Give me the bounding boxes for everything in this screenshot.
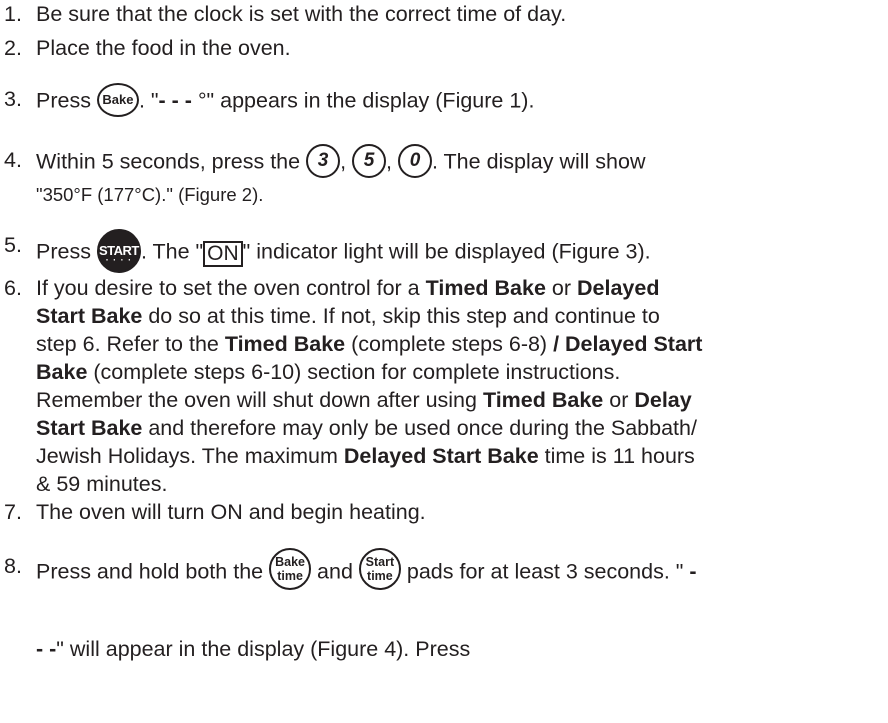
step-6-bold: Timed Bake	[482, 388, 604, 412]
bake-time-top: Bake	[275, 555, 306, 569]
step-2-number: 2.	[4, 36, 22, 60]
step-6-run: Jewish Holidays. The maximum	[36, 444, 344, 468]
start-time-bottom: time	[367, 569, 393, 583]
step-5-text: Press START · · · ·. The " ON " indicator l…	[36, 229, 651, 275]
step-6-run: do so at this time. If not, skip this st…	[142, 304, 660, 328]
step-4-pre: Within 5 seconds, press the	[36, 149, 307, 174]
step-3-text: Press Bake. "- - - °" appears in the dis…	[36, 83, 535, 119]
step-6-bold: Timed Bake	[224, 332, 346, 356]
start-time-pad-icon: Start time	[358, 548, 401, 590]
step-4-sep-1: ,	[340, 149, 353, 174]
step-6-run: step 6. Refer to the	[36, 332, 225, 356]
step-6-line-6: Start Bake and therefore may only be use…	[36, 414, 697, 442]
step-8-pre: Press and hold both the	[36, 559, 270, 584]
step-3-post-a: . "	[138, 88, 159, 113]
step-6-bold: Start Bake	[36, 304, 143, 328]
step-6-number: 6.	[4, 276, 22, 300]
step-6-bold: Start Bake	[36, 416, 143, 440]
step-5-number: 5.	[4, 233, 22, 257]
step-4-text: Within 5 seconds, press the 3, 5, 0. The…	[36, 144, 646, 180]
step-6-bold: Bake	[36, 360, 88, 384]
start-pad-icon: START · · · ·	[96, 229, 141, 273]
bake-pad-icon: Bake	[96, 83, 139, 117]
bake-time-pad-icon: Bake time	[269, 548, 312, 590]
step-8-line-2-text: " will appear in the display (Figure 4).…	[56, 637, 471, 661]
step-7-text: The oven will turn ON and begin heating.	[36, 500, 426, 524]
step-5-post: " indicator light will be displayed (Fig…	[242, 239, 651, 264]
step-4-line-2: "350°F (177°C)." (Figure 2).	[36, 184, 264, 205]
step-6-bold: Delayed Start Bake	[343, 444, 539, 468]
step-3-dashes: - - -	[158, 88, 198, 113]
step-4-number: 4.	[4, 148, 22, 172]
step-7-number: 7.	[4, 500, 22, 524]
step-6-bold: Timed Bake	[425, 276, 546, 300]
step-5-mid: . The "	[140, 239, 204, 264]
step-6-line-4: Bake (complete steps 6-10) section for c…	[36, 358, 620, 386]
step-1-text: Be sure that the clock is set with the c…	[36, 2, 567, 26]
digit-0-pad-icon: 0	[397, 144, 432, 178]
step-6-run: (complete steps 6-8)	[345, 332, 554, 356]
start-time-top: Start	[365, 555, 395, 569]
step-6-run: and therefore may only be used once duri…	[142, 416, 697, 440]
step-1-number: 1.	[4, 2, 22, 26]
step-8-dash: -	[689, 559, 697, 584]
step-6-run: time is 11 hours	[538, 444, 695, 468]
step-8-mid: and	[311, 559, 359, 584]
step-6-bold: Delayed	[577, 276, 660, 300]
step-6-line-2: Start Bake do so at this time. If not, s…	[36, 302, 660, 330]
step-6-run: or	[603, 388, 635, 412]
step-8-number: 8.	[4, 554, 22, 578]
start-pad-dots: · · · ·	[105, 255, 133, 265]
step-8-line-2: - -" will appear in the display (Figure …	[36, 635, 470, 663]
digit-5-pad-icon: 5	[352, 144, 387, 178]
step-6-run: or	[545, 276, 577, 300]
step-3-number: 3.	[4, 87, 22, 111]
step-6-line-7: Jewish Holidays. The maximum Delayed Sta…	[36, 442, 695, 470]
step-6-run: If you desire to set the oven control fo…	[36, 276, 426, 300]
step-6-line-5: Remember the oven will shut down after u…	[36, 386, 692, 414]
on-indicator-box: ON	[203, 240, 243, 267]
step-6-line-1: If you desire to set the oven control fo…	[36, 274, 659, 302]
step-3-post-b: °" appears in the display (Figure 1).	[197, 88, 535, 113]
step-4-post: . The display will show	[431, 149, 646, 174]
step-6-run: Remember the oven will shut down after u…	[36, 388, 483, 412]
bake-time-bottom: time	[277, 569, 303, 583]
step-6-line-3: step 6. Refer to the Timed Bake (complet…	[36, 330, 702, 358]
step-8-dashes: - -	[36, 637, 57, 661]
step-6-bold: Delay	[634, 388, 692, 412]
step-2-text: Place the food in the oven.	[36, 36, 291, 60]
digit-3-pad-icon: 3	[306, 144, 341, 178]
step-8-post: pads for at least 3 seconds. "	[400, 559, 690, 584]
step-5-pre: Press	[36, 239, 97, 264]
step-6-line-8: & 59 minutes.	[36, 470, 167, 498]
step-6-run: (complete steps 6-10) section for comple…	[87, 360, 621, 384]
step-6-run: & 59 minutes.	[36, 472, 168, 496]
step-4-sep-2: ,	[386, 149, 398, 174]
step-6-bold: / Delayed Start	[553, 332, 703, 356]
step-3-pre: Press	[36, 88, 97, 113]
step-8-text: Press and hold both the Bake time and Sta…	[36, 548, 697, 594]
